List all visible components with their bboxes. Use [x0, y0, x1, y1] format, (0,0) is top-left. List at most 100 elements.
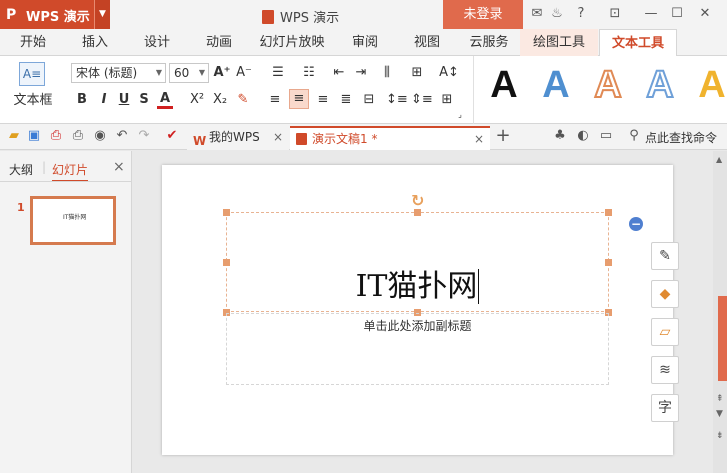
font-size-select[interactable]: 60 ▼ [169, 63, 209, 83]
close-tab-icon[interactable]: × [273, 126, 283, 148]
scroll-thumb[interactable] [718, 296, 727, 381]
text-fit-icon[interactable]: A↕ [437, 64, 461, 82]
comment-icon[interactable]: ▭ [598, 128, 614, 144]
thumbnail-title: IT猫扑网 [63, 214, 87, 221]
rotate-handle-icon[interactable]: ↻ [411, 191, 424, 210]
tab-cloud[interactable]: 云服务 [464, 29, 514, 56]
text-style-item[interactable]: A [582, 63, 634, 107]
bullet-list-icon[interactable]: ☰ [266, 64, 290, 82]
title-placeholder[interactable]: IT猫扑网 [226, 212, 609, 312]
outline-icon[interactable]: ▱ [651, 318, 679, 346]
bold-button[interactable]: B [75, 91, 89, 109]
undo-icon[interactable]: ↶ [114, 128, 130, 144]
clear-format-icon[interactable]: ✎ [235, 91, 251, 109]
align-right-icon[interactable]: ≡ [314, 91, 332, 109]
close-panel-icon[interactable]: × [113, 159, 125, 175]
paragraph-dialog-icon[interactable]: ⌟ [455, 106, 465, 124]
justify-icon[interactable]: ≣ [337, 91, 355, 109]
slide-thumbnail[interactable]: IT猫扑网 [30, 196, 116, 245]
text-style-item[interactable]: A [634, 63, 686, 107]
prev-slide-icon[interactable]: ⇞ [716, 394, 724, 404]
shadow-button[interactable]: S [137, 91, 151, 109]
text-style-item[interactable]: A [478, 63, 530, 107]
resize-handle[interactable] [605, 209, 612, 216]
print-preview-icon[interactable]: ◉ [92, 128, 108, 144]
subscript-button[interactable]: X₂ [209, 91, 231, 109]
save-icon[interactable]: ▣ [26, 128, 42, 144]
resize-handle[interactable] [223, 209, 230, 216]
paragraph-spacing-icon[interactable]: ⇕≡ [411, 91, 433, 109]
textbox-button[interactable]: 文本框 [8, 92, 58, 110]
layers-icon[interactable]: ≋ [651, 356, 679, 384]
text-direction-icon[interactable]: ⫼ [375, 64, 399, 82]
shirt-icon[interactable]: ♨ [549, 6, 565, 22]
text-effect-icon[interactable]: 字 [651, 394, 679, 422]
slide-title[interactable]: IT猫扑网 [227, 267, 608, 307]
doc-tab-mywps[interactable]: W 我的WPS × [187, 126, 289, 150]
new-tab-button[interactable]: + [495, 127, 511, 145]
decrease-indent-icon[interactable]: ⇤ [330, 64, 348, 82]
maximize-icon[interactable]: ☐ [669, 6, 685, 22]
align-left-icon[interactable]: ≡ [266, 91, 284, 109]
d-icon[interactable]: ◐ [575, 128, 591, 144]
app-menu-dropdown-icon[interactable]: ▼ [94, 0, 110, 29]
slide[interactable]: IT猫扑网 ↻ 单击此处添加副标题 − ✎ ◆ ▱ ≋ 字 [162, 165, 679, 455]
shrink-font-button[interactable]: A⁻ [235, 64, 253, 82]
distributed-icon[interactable]: ⊟ [360, 91, 378, 109]
tab-outline[interactable]: 大纲 [9, 161, 33, 178]
app-menu-button[interactable]: P WPS 演示 ▼ [0, 0, 110, 29]
print-icon[interactable]: ⎙ [70, 128, 86, 144]
search-icon[interactable]: ⚲ [626, 128, 642, 144]
tab-review[interactable]: 审阅 [340, 29, 390, 56]
scroll-down-icon[interactable]: ▼ [716, 409, 723, 419]
redo-icon[interactable]: ↷ [136, 128, 152, 144]
vertical-scrollbar[interactable]: ▲ ⇞ ▼ ⇟ [713, 151, 727, 473]
text-style-item[interactable]: A [530, 63, 582, 107]
tab-home[interactable]: 开始 [8, 29, 58, 56]
increase-indent-icon[interactable]: ⇥ [352, 64, 370, 82]
tab-slideshow[interactable]: 幻灯片放映 [256, 29, 328, 56]
align-center-icon[interactable]: ≡ [289, 89, 309, 109]
font-color-button[interactable]: A [157, 91, 173, 109]
tab-view[interactable]: 视图 [402, 29, 452, 56]
tab-design[interactable]: 设计 [132, 29, 182, 56]
text-style-item[interactable]: A [686, 63, 727, 107]
open-folder-icon[interactable]: ▰ [6, 128, 22, 144]
columns-icon[interactable]: ⊞ [437, 91, 457, 109]
resize-handle[interactable] [605, 259, 612, 266]
italic-button[interactable]: I [97, 91, 111, 109]
tool-icon[interactable]: ♣ [552, 128, 568, 144]
command-search[interactable]: 点此查找命令 [645, 129, 717, 146]
grow-font-button[interactable]: A⁺ [213, 64, 231, 82]
skin-icon[interactable]: ✉ [529, 6, 545, 22]
shape-style-icon[interactable]: ✎ [651, 242, 679, 270]
help-icon[interactable]: ? [573, 6, 589, 22]
login-button[interactable]: 未登录 [443, 0, 523, 29]
line-spacing-icon[interactable]: ↕≡ [386, 91, 408, 109]
tab-insert[interactable]: 插入 [70, 29, 120, 56]
resize-handle[interactable] [223, 259, 230, 266]
minimize-icon[interactable]: — [643, 6, 659, 22]
tab-slides[interactable]: 幻灯片 [52, 161, 89, 182]
numbered-list-icon[interactable]: ☷ [297, 64, 321, 82]
align-text-icon[interactable]: ⊞ [405, 64, 429, 82]
tab-animation[interactable]: 动画 [194, 29, 244, 56]
underline-button[interactable]: U [117, 91, 131, 109]
brush-icon[interactable]: ✔ [164, 128, 180, 144]
collapse-icon[interactable]: − [629, 217, 643, 231]
tab-text-tools[interactable]: 文本工具 [599, 29, 677, 57]
next-slide-icon[interactable]: ⇟ [716, 431, 724, 441]
subtitle-placeholder[interactable]: 单击此处添加副标题 [226, 313, 609, 385]
close-icon[interactable]: ✕ [697, 6, 713, 22]
fill-icon[interactable]: ◆ [651, 280, 679, 308]
superscript-button[interactable]: X² [186, 91, 208, 109]
textbox-icon[interactable]: A≡ [19, 62, 45, 86]
font-name-select[interactable]: 宋体 (标题) ▼ [71, 63, 166, 83]
restore-ribbon-icon[interactable]: ⊡ [607, 6, 623, 22]
export-pdf-icon[interactable]: ⎙ [48, 128, 64, 144]
resize-handle[interactable] [414, 209, 421, 216]
doc-tab-presentation[interactable]: 演示文稿1 * × [290, 126, 490, 150]
scroll-up-icon[interactable]: ▲ [716, 155, 722, 164]
close-tab-icon[interactable]: × [474, 128, 484, 150]
tab-drawing-tools[interactable]: 绘图工具 [520, 29, 598, 56]
